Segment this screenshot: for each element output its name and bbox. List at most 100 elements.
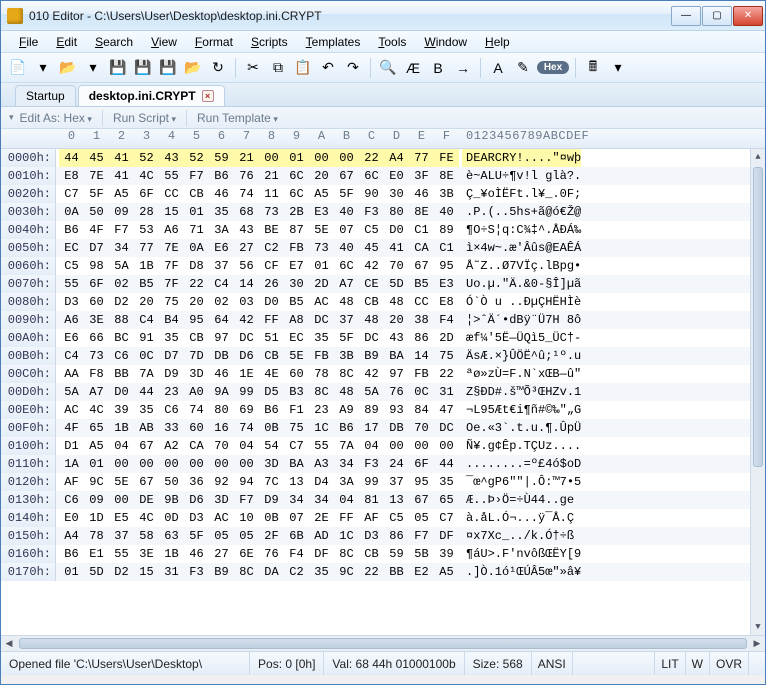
menu-window[interactable]: Window bbox=[416, 33, 475, 51]
minimize-button[interactable]: — bbox=[671, 6, 701, 26]
vertical-scrollbar[interactable]: ▲ ▼ bbox=[750, 149, 765, 635]
hex-byte[interactable]: 20 bbox=[184, 293, 209, 311]
ascii-cell[interactable]: ªø»zÙ=F.N`xŒB—û" bbox=[462, 365, 581, 383]
hex-byte[interactable]: 09 bbox=[109, 203, 134, 221]
menu-scripts[interactable]: Scripts bbox=[243, 33, 296, 51]
hex-byte[interactable]: B9 bbox=[359, 347, 384, 365]
hex-byte[interactable]: C6 bbox=[159, 401, 184, 419]
hex-byte[interactable]: 0D bbox=[159, 509, 184, 527]
hex-byte[interactable]: DF bbox=[309, 545, 334, 563]
hex-byte[interactable]: 27 bbox=[234, 239, 259, 257]
hex-byte[interactable]: BB bbox=[109, 365, 134, 383]
hex-byte[interactable]: FF bbox=[334, 509, 359, 527]
hex-byte[interactable]: 31 bbox=[159, 563, 184, 581]
hex-byte[interactable]: 02 bbox=[109, 275, 134, 293]
highlight-icon[interactable]: ✎ bbox=[512, 57, 534, 79]
hex-byte[interactable]: 91 bbox=[134, 329, 159, 347]
hex-byte[interactable]: BA bbox=[284, 455, 309, 473]
hex-byte[interactable]: 7A bbox=[134, 365, 159, 383]
hex-byte[interactable]: DB bbox=[384, 419, 409, 437]
hex-byte[interactable]: C6 bbox=[59, 491, 84, 509]
hex-byte[interactable]: B6 bbox=[59, 545, 84, 563]
hex-byte[interactable]: 67 bbox=[134, 473, 159, 491]
hex-byte[interactable]: 76 bbox=[234, 167, 259, 185]
hex-byte[interactable]: E3 bbox=[309, 203, 334, 221]
hex-byte[interactable]: 43 bbox=[234, 221, 259, 239]
hex-byte[interactable]: DF bbox=[434, 527, 459, 545]
hex-byte[interactable]: 74 bbox=[184, 401, 209, 419]
hex-byte[interactable]: 46 bbox=[184, 545, 209, 563]
hex-byte[interactable]: D4 bbox=[309, 473, 334, 491]
hex-byte[interactable]: F3 bbox=[184, 563, 209, 581]
hex-byte[interactable]: 89 bbox=[434, 221, 459, 239]
hex-byte[interactable]: CB bbox=[184, 329, 209, 347]
hex-byte[interactable]: 14 bbox=[409, 347, 434, 365]
hex-byte[interactable]: 50 bbox=[159, 473, 184, 491]
hex-byte[interactable]: C5 bbox=[59, 257, 84, 275]
ascii-cell[interactable]: Æ..Þ›Ö=÷Ù44..ge bbox=[462, 491, 574, 509]
hex-byte[interactable]: A4 bbox=[384, 149, 409, 167]
hex-byte[interactable]: 53 bbox=[134, 221, 159, 239]
hex-byte[interactable]: 23 bbox=[309, 401, 334, 419]
hex-byte[interactable]: AC bbox=[309, 293, 334, 311]
hex-byte[interactable]: 17 bbox=[359, 419, 384, 437]
ascii-cell[interactable]: .P.(..5hs+ã@ó€Ž@ bbox=[462, 203, 581, 221]
hex-byte[interactable]: 00 bbox=[409, 437, 434, 455]
hex-byte[interactable]: 02 bbox=[209, 293, 234, 311]
hex-byte[interactable]: 05 bbox=[409, 509, 434, 527]
hex-byte[interactable]: 3D bbox=[184, 365, 209, 383]
hex-byte[interactable]: CF bbox=[259, 257, 284, 275]
hex-byte[interactable]: B5 bbox=[134, 275, 159, 293]
hex-byte[interactable]: 7E bbox=[159, 239, 184, 257]
hex-byte[interactable]: D7 bbox=[84, 239, 109, 257]
hex-byte[interactable]: C1 bbox=[409, 221, 434, 239]
hex-byte[interactable]: 04 bbox=[359, 437, 384, 455]
hex-byte[interactable]: 3A bbox=[209, 221, 234, 239]
hex-byte[interactable]: 0A bbox=[59, 203, 84, 221]
hex-byte[interactable]: 24 bbox=[384, 455, 409, 473]
ascii-cell[interactable]: ¶áU>.F'nvôßŒËY[9 bbox=[462, 545, 581, 563]
hex-byte[interactable]: AF bbox=[59, 473, 84, 491]
scroll-down-icon[interactable]: ▼ bbox=[751, 619, 765, 635]
status-lit[interactable]: LIT bbox=[655, 652, 685, 675]
hex-byte[interactable]: AA bbox=[59, 365, 84, 383]
hex-byte[interactable]: AB bbox=[134, 419, 159, 437]
hex-byte[interactable]: 09 bbox=[84, 491, 109, 509]
hex-byte[interactable]: 9B bbox=[159, 491, 184, 509]
hex-byte[interactable]: 35 bbox=[159, 329, 184, 347]
hex-byte[interactable]: D9 bbox=[259, 491, 284, 509]
hex-byte[interactable]: A6 bbox=[159, 221, 184, 239]
hex-byte[interactable]: 90 bbox=[359, 185, 384, 203]
calculator-icon[interactable]: 🖩 bbox=[582, 57, 604, 79]
hex-byte[interactable]: 5F bbox=[334, 329, 359, 347]
hex-byte[interactable]: DE bbox=[134, 491, 159, 509]
hex-byte[interactable]: 01 bbox=[59, 563, 84, 581]
hex-byte[interactable]: 5E bbox=[284, 347, 309, 365]
tab-desktop-ini-crypt[interactable]: desktop.ini.CRYPT× bbox=[78, 85, 225, 106]
hex-byte[interactable]: 20 bbox=[309, 167, 334, 185]
hex-byte[interactable]: 77 bbox=[134, 239, 159, 257]
scroll-thumb[interactable] bbox=[753, 167, 763, 467]
hex-byte[interactable]: 1A bbox=[59, 455, 84, 473]
hex-byte[interactable]: A4 bbox=[59, 527, 84, 545]
hex-byte[interactable]: 34 bbox=[109, 239, 134, 257]
hex-byte[interactable]: DC bbox=[434, 419, 459, 437]
hex-byte[interactable]: 1B bbox=[134, 257, 159, 275]
hex-row[interactable]: 00F0h:4F651BAB336016740B751CB617DB70DCOe… bbox=[1, 419, 765, 437]
hex-byte[interactable]: 15 bbox=[134, 563, 159, 581]
hex-row[interactable]: 0010h:E87E414C55F7B676216C20676CE03F8Eè~… bbox=[1, 167, 765, 185]
hex-row[interactable]: 0170h:015DD21531F3B98CDAC2359C22BBE2A5.]… bbox=[1, 563, 765, 581]
hex-row[interactable]: 0030h:0A50092815013568732BE340F3808E40.P… bbox=[1, 203, 765, 221]
hex-byte[interactable]: 13 bbox=[384, 491, 409, 509]
hex-byte[interactable]: F7 bbox=[234, 491, 259, 509]
hex-byte[interactable]: 7F bbox=[159, 257, 184, 275]
hex-byte[interactable]: 35 bbox=[434, 473, 459, 491]
hex-byte[interactable]: D3 bbox=[184, 509, 209, 527]
hex-byte[interactable]: D3 bbox=[59, 293, 84, 311]
ascii-cell[interactable]: ¬L95Æt€i¶ñ#©‰"„G bbox=[462, 401, 581, 419]
hex-byte[interactable]: 34 bbox=[309, 491, 334, 509]
hex-byte[interactable]: 10 bbox=[234, 509, 259, 527]
hex-byte[interactable]: 87 bbox=[284, 221, 309, 239]
hex-byte[interactable]: 6C bbox=[359, 167, 384, 185]
hex-byte[interactable]: D0 bbox=[384, 221, 409, 239]
